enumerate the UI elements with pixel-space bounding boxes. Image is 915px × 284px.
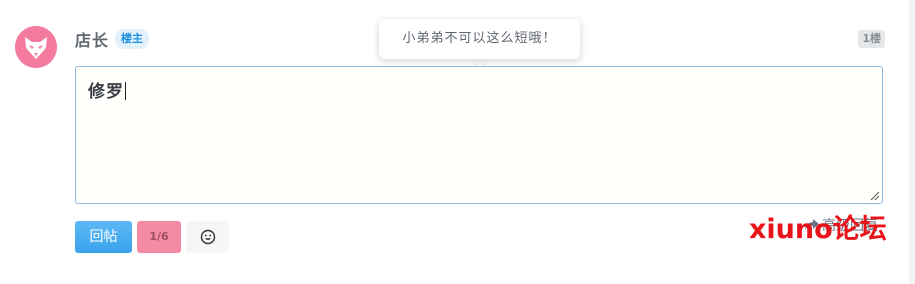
reply-page: 店长 楼主 1楼 小弟弟不可以这么短哦！ 修罗 回帖 1/6 高级回复 xiun… [0, 0, 915, 284]
author-row: 店长 楼主 [75, 27, 150, 51]
smiley-icon [200, 229, 215, 245]
reply-textarea[interactable]: 修罗 [75, 66, 883, 204]
text-caret [125, 82, 126, 100]
resize-handle-icon[interactable] [870, 191, 880, 201]
forum-watermark: xiuno论坛 [749, 214, 887, 245]
user-avatar[interactable] [15, 26, 57, 68]
reply-textarea-value: 修罗 [88, 77, 126, 102]
validation-tooltip: 小弟弟不可以这么短哦！ [379, 19, 580, 59]
reply-text: 修罗 [88, 82, 124, 102]
owner-badge: 楼主 [115, 29, 150, 49]
emoji-button[interactable] [186, 221, 229, 253]
floor-number-badge: 1楼 [858, 30, 885, 48]
page-scrollbar[interactable] [909, 0, 915, 284]
reply-button[interactable]: 回帖 [75, 221, 132, 253]
page-indicator-button[interactable]: 1/6 [137, 221, 181, 253]
fox-mask-icon [15, 26, 57, 68]
author-name[interactable]: 店长 [75, 27, 109, 51]
